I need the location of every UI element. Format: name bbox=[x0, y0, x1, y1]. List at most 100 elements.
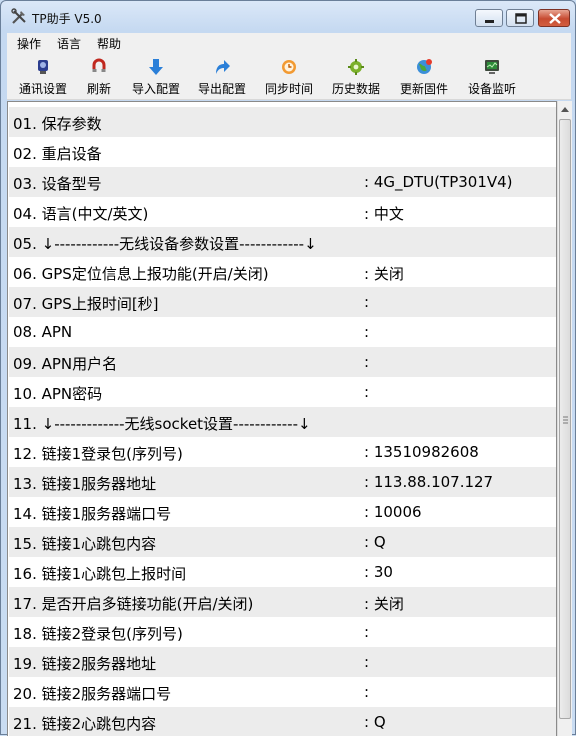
maximize-button[interactable] bbox=[506, 9, 534, 27]
param-row[interactable]: 16. 链接1心跳包上报时间 : 30 bbox=[9, 557, 556, 587]
param-value: : Q bbox=[364, 533, 386, 551]
minimize-icon bbox=[485, 20, 494, 23]
comm-settings-button[interactable]: 通讯设置 bbox=[13, 55, 73, 97]
sync-time-button[interactable]: 同步时间 bbox=[258, 55, 320, 97]
param-name: 10. APN密码 bbox=[13, 385, 103, 403]
param-name: 14. 链接1服务器端口号 bbox=[13, 505, 172, 523]
clock-sync-icon bbox=[282, 60, 296, 74]
param-value: : bbox=[364, 653, 370, 671]
refresh-magnet-icon bbox=[92, 58, 106, 72]
param-value: : bbox=[364, 323, 370, 341]
export-config-button[interactable]: 导出配置 bbox=[191, 55, 253, 97]
maximize-icon bbox=[515, 13, 527, 24]
import-config-button[interactable]: 导入配置 bbox=[125, 55, 187, 97]
device-monitor-button[interactable]: 设备监听 bbox=[461, 55, 523, 97]
param-name: 12. 链接1登录包(序列号) bbox=[13, 445, 183, 463]
parameter-list: 01. 保存参数 02. 重启设备 03. 设备型号 : 4G_DTU(TP301… bbox=[7, 101, 557, 736]
device-monitor-label: 设备监听 bbox=[467, 82, 516, 96]
param-value: : bbox=[364, 383, 370, 401]
app-window: TP助手 V5.0 操作 语言 帮助 通讯设置 刷新 导入配置 导出配置 同步时… bbox=[0, 0, 576, 736]
param-row[interactable]: 11. ↓-------------无线socket设置------------… bbox=[9, 407, 556, 437]
param-row[interactable]: 07. GPS上报时间[秒]: bbox=[9, 287, 556, 317]
param-row[interactable]: 18. 链接2登录包(序列号): bbox=[9, 617, 556, 647]
param-name: 03. 设备型号 bbox=[13, 175, 102, 193]
scroll-up-arrow-icon[interactable] bbox=[558, 101, 572, 118]
param-row[interactable]: 19. 链接2服务器地址: bbox=[9, 647, 556, 677]
param-row[interactable]: 09. APN用户名: bbox=[9, 347, 556, 377]
title-bar[interactable]: TP助手 V5.0 bbox=[1, 1, 575, 33]
arrow-down-icon bbox=[149, 59, 163, 75]
param-name: 07. GPS上报时间[秒] bbox=[13, 295, 159, 313]
param-name: 19. 链接2服务器地址 bbox=[13, 655, 157, 673]
sync-time-label: 同步时间 bbox=[264, 82, 313, 96]
monitor-icon bbox=[485, 60, 499, 74]
param-row[interactable]: 05. ↓------------无线设备参数设置------------↓ bbox=[9, 227, 556, 257]
param-name: 16. 链接1心跳包上报时间 bbox=[13, 565, 187, 583]
close-icon bbox=[549, 13, 561, 24]
param-value: : bbox=[364, 683, 370, 701]
import-config-label: 导入配置 bbox=[131, 82, 180, 96]
param-name: 06. GPS定位信息上报功能(开启/关闭) bbox=[13, 265, 269, 283]
param-row[interactable]: 03. 设备型号 : 4G_DTU(TP301V4) bbox=[9, 167, 556, 197]
param-value: : 中文 bbox=[364, 205, 404, 223]
close-button[interactable] bbox=[538, 9, 570, 27]
param-name: 09. APN用户名 bbox=[13, 355, 118, 373]
arrow-up-right-icon bbox=[216, 60, 230, 74]
param-name: 05. ↓------------无线设备参数设置------------↓ bbox=[13, 235, 317, 253]
param-value: : 关闭 bbox=[364, 595, 404, 613]
param-name: 02. 重启设备 bbox=[13, 145, 102, 163]
param-name: 21. 链接2心跳包内容 bbox=[13, 715, 157, 733]
menu-help[interactable]: 帮助 bbox=[97, 35, 121, 52]
param-value: : Q bbox=[364, 713, 386, 731]
update-firmware-button[interactable]: 更新固件 bbox=[393, 55, 455, 97]
minimize-button[interactable] bbox=[475, 9, 503, 27]
menu-operate[interactable]: 操作 bbox=[17, 35, 41, 52]
param-name: 01. 保存参数 bbox=[13, 115, 102, 133]
param-name: 20. 链接2服务器端口号 bbox=[13, 685, 172, 703]
vertical-scrollbar[interactable] bbox=[557, 101, 572, 736]
history-gear-icon bbox=[348, 59, 364, 75]
param-row[interactable]: 17. 是否开启多链接功能(开启/关闭) : 关闭 bbox=[9, 587, 556, 617]
param-name: 13. 链接1服务器地址 bbox=[13, 475, 157, 493]
param-value: : bbox=[364, 623, 370, 641]
history-data-button[interactable]: 历史数据 bbox=[325, 55, 387, 97]
param-name: 17. 是否开启多链接功能(开启/关闭) bbox=[13, 595, 254, 613]
param-value: : bbox=[364, 353, 370, 371]
refresh-button[interactable]: 刷新 bbox=[77, 55, 121, 97]
param-row[interactable]: 20. 链接2服务器端口号: bbox=[9, 677, 556, 707]
scrollbar-thumb[interactable] bbox=[559, 119, 571, 719]
update-firmware-label: 更新固件 bbox=[399, 82, 448, 96]
param-value: : 4G_DTU(TP301V4) bbox=[364, 173, 513, 191]
history-data-label: 历史数据 bbox=[331, 82, 380, 96]
param-value: : 关闭 bbox=[364, 265, 404, 283]
param-row[interactable]: 04. 语言(中文/英文) : 中文 bbox=[9, 197, 556, 227]
param-row[interactable]: 12. 链接1登录包(序列号): 13510982608 bbox=[9, 437, 556, 467]
param-name: 08. APN bbox=[13, 323, 73, 341]
globe-update-icon bbox=[417, 59, 432, 74]
refresh-label: 刷新 bbox=[86, 82, 111, 96]
param-row[interactable]: 13. 链接1服务器地址 : 113.88.107.127 bbox=[9, 467, 556, 497]
param-name: 18. 链接2登录包(序列号) bbox=[13, 625, 183, 643]
param-row[interactable]: 15. 链接1心跳包内容: Q bbox=[9, 527, 556, 557]
menu-language[interactable]: 语言 bbox=[57, 35, 81, 52]
param-value: : 10006 bbox=[364, 503, 422, 521]
window-title: TP助手 V5.0 bbox=[32, 12, 102, 26]
param-value: : 113.88.107.127 bbox=[364, 473, 494, 491]
scroll-grip-icon bbox=[563, 416, 568, 424]
param-value: : bbox=[364, 293, 370, 311]
plug-settings-icon bbox=[38, 60, 48, 74]
param-row[interactable]: 06. GPS定位信息上报功能(开启/关闭) : 关闭 bbox=[9, 257, 556, 287]
menu-bar: 操作 语言 帮助 bbox=[7, 33, 571, 53]
param-row[interactable]: 08. APN: bbox=[9, 317, 556, 347]
param-row[interactable]: 10. APN密码: bbox=[9, 377, 556, 407]
export-config-label: 导出配置 bbox=[197, 82, 246, 96]
param-value: : 30 bbox=[364, 563, 393, 581]
toolbar: 通讯设置 刷新 导入配置 导出配置 同步时间 历史数据 更新固件 设备监听 bbox=[7, 53, 571, 100]
param-row[interactable]: 14. 链接1服务器端口号 : 10006 bbox=[9, 497, 556, 527]
param-name: 04. 语言(中文/英文) bbox=[13, 205, 149, 223]
param-row[interactable]: 01. 保存参数 bbox=[9, 107, 556, 137]
param-row[interactable]: 02. 重启设备 bbox=[9, 137, 556, 167]
param-row[interactable]: 21. 链接2心跳包内容 : Q bbox=[9, 707, 556, 736]
comm-settings-label: 通讯设置 bbox=[18, 82, 67, 96]
param-name: 11. ↓-------------无线socket设置------------… bbox=[13, 415, 311, 433]
